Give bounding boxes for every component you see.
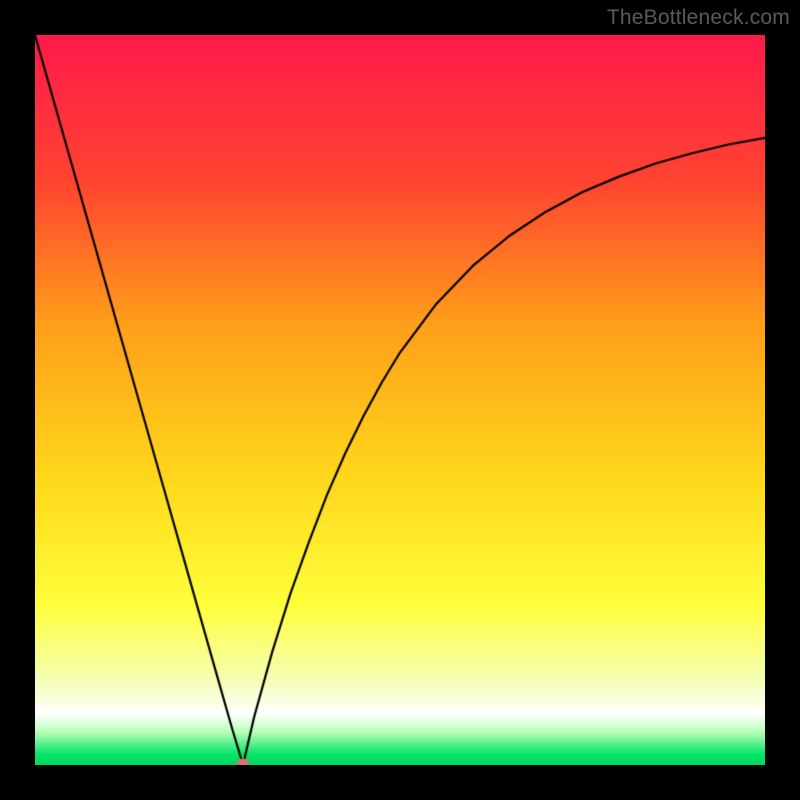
chart-frame: TheBottleneck.com (0, 0, 800, 800)
curve-layer (35, 35, 765, 765)
plot-area (35, 35, 765, 765)
watermark-text: TheBottleneck.com (607, 6, 790, 30)
